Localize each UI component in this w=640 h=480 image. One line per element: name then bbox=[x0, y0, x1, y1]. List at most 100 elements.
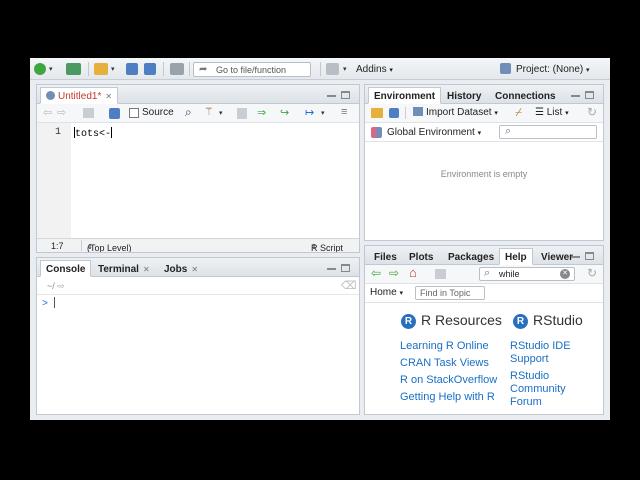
tab-history[interactable]: History bbox=[441, 87, 487, 104]
tab-files[interactable]: Files bbox=[368, 248, 403, 265]
source-run-icon[interactable]: ↦ bbox=[305, 106, 314, 119]
import-dataset-label: Import Dataset bbox=[426, 107, 492, 118]
text-cursor bbox=[54, 297, 56, 308]
tab-packages[interactable]: Packages bbox=[442, 248, 500, 265]
refresh-icon[interactable]: ↻ bbox=[587, 105, 597, 119]
back-arrow-icon[interactable]: ⇦ bbox=[371, 266, 381, 280]
code-line: tots<- bbox=[75, 129, 112, 140]
navigate-arrow-icon[interactable]: ⇨ bbox=[57, 281, 65, 291]
forward-arrow-icon[interactable]: ⇨ bbox=[57, 106, 66, 119]
grid-caret-icon[interactable]: ▾ bbox=[343, 65, 347, 73]
find-in-topic-input[interactable]: Find in Topic bbox=[415, 286, 485, 300]
source-run-caret-icon[interactable]: ▾ bbox=[321, 109, 325, 117]
link-r-on-stackoverflow[interactable]: R on StackOverflow bbox=[400, 374, 497, 387]
main-toolbar: ▾ ▾ ➦ Go to file/function ▾ Addins ▾ Pro… bbox=[30, 58, 610, 80]
addins-label: Addins bbox=[356, 64, 387, 75]
r-file-icon bbox=[46, 91, 55, 100]
save-icon[interactable] bbox=[109, 108, 120, 119]
run-line-icon[interactable]: ⇒ bbox=[257, 106, 266, 119]
tab-plots[interactable]: Plots bbox=[403, 248, 439, 265]
source-on-save-checkbox[interactable] bbox=[129, 108, 139, 118]
open-folder-caret-icon[interactable]: ▾ bbox=[111, 65, 115, 73]
search-icon[interactable]: ⌕ bbox=[185, 105, 192, 120]
tab-jobs-label: Jobs bbox=[164, 264, 188, 275]
grid-icon[interactable] bbox=[326, 63, 339, 75]
tab-untitled1[interactable]: Untitled1* ✕ bbox=[40, 87, 119, 104]
print-icon[interactable] bbox=[170, 63, 184, 75]
divider bbox=[81, 240, 82, 251]
goto-file-function-input[interactable]: ➦ Go to file/function bbox=[193, 62, 311, 77]
clear-console-icon[interactable]: ⌫ bbox=[341, 279, 357, 292]
list-icon: ☰ bbox=[535, 107, 544, 118]
open-folder-icon[interactable] bbox=[94, 63, 108, 75]
source-statusbar: 1:7 (Top Level) ⇕ R Script ⇕ bbox=[37, 238, 359, 252]
addins-menu[interactable]: Addins ▾ bbox=[356, 64, 393, 75]
new-file-caret-icon[interactable]: ▾ bbox=[49, 65, 53, 73]
help-home-label: Home bbox=[370, 287, 397, 298]
maximize-icon[interactable] bbox=[585, 252, 594, 260]
help-search-input[interactable]: ⌕ while ✕ bbox=[479, 267, 575, 281]
compile-report-icon[interactable] bbox=[237, 108, 247, 119]
global-environment-menu[interactable]: Global Environment ▾ bbox=[387, 127, 481, 138]
toolbar-divider bbox=[163, 62, 164, 76]
maximize-icon[interactable] bbox=[341, 91, 350, 99]
tab-history-label: History bbox=[447, 91, 482, 102]
console-input[interactable]: > bbox=[42, 297, 56, 310]
link-cran-task-views[interactable]: CRAN Task Views bbox=[400, 357, 489, 370]
maximize-icon[interactable] bbox=[585, 91, 594, 99]
tab-jobs[interactable]: Jobs ✕ bbox=[158, 260, 204, 277]
r-resources-title: R Resources bbox=[421, 312, 502, 328]
magic-wand-icon[interactable]: ⚚ bbox=[204, 105, 214, 118]
maximize-icon[interactable] bbox=[341, 264, 350, 272]
rstudio-title: RStudio bbox=[533, 312, 583, 328]
show-in-window-icon[interactable] bbox=[435, 269, 446, 279]
forward-arrow-icon[interactable]: ⇨ bbox=[389, 266, 399, 280]
refresh-icon[interactable]: ↻ bbox=[587, 266, 597, 280]
project-menu[interactable]: Project: (None) ▾ bbox=[516, 64, 590, 75]
find-in-topic-placeholder: Find in Topic bbox=[420, 288, 471, 298]
environment-toolbar: Import Dataset ▾ ⌿ ☰ List ▾ ↻ bbox=[365, 104, 603, 123]
save-icon[interactable] bbox=[389, 108, 399, 118]
tab-environment[interactable]: Environment bbox=[368, 87, 442, 104]
link-getting-help-with-r[interactable]: Getting Help with R bbox=[400, 391, 495, 404]
help-home-menu[interactable]: Home ▾ bbox=[370, 287, 403, 298]
minimize-icon[interactable] bbox=[571, 91, 580, 97]
save-all-icon[interactable] bbox=[144, 63, 156, 75]
close-icon[interactable]: ✕ bbox=[105, 92, 112, 101]
minimize-icon[interactable] bbox=[327, 264, 336, 270]
list-view-menu[interactable]: ☰ List ▾ bbox=[535, 107, 569, 118]
outline-icon[interactable]: ≡ bbox=[341, 106, 347, 118]
import-dataset-menu[interactable]: Import Dataset ▾ bbox=[413, 107, 498, 118]
minimize-icon[interactable] bbox=[571, 252, 580, 258]
tab-terminal[interactable]: Terminal ✕ bbox=[92, 260, 156, 277]
open-folder-icon[interactable] bbox=[371, 108, 383, 118]
link-learning-r-online[interactable]: Learning R Online bbox=[400, 340, 489, 353]
close-icon[interactable]: ✕ bbox=[191, 265, 198, 274]
back-arrow-icon[interactable]: ⇦ bbox=[43, 106, 52, 119]
tab-plots-label: Plots bbox=[409, 252, 434, 263]
help-topic-bar: Home ▾ Find in Topic bbox=[365, 284, 603, 303]
link-rstudio-ide-support[interactable]: RStudio IDE Support bbox=[510, 340, 590, 366]
rerun-icon[interactable]: ↪ bbox=[280, 106, 289, 119]
clear-search-icon[interactable]: ✕ bbox=[560, 269, 570, 279]
tab-connections-label: Connections bbox=[495, 91, 556, 102]
minimize-icon[interactable] bbox=[327, 91, 336, 97]
tab-connections[interactable]: Connections bbox=[489, 87, 562, 104]
code-tools-caret-icon[interactable]: ▾ bbox=[219, 109, 223, 117]
scope-label: (Top Level) bbox=[87, 243, 132, 253]
rstudio-heading: R RStudio bbox=[513, 312, 583, 329]
home-icon[interactable]: ⌂ bbox=[409, 265, 417, 280]
save-icon[interactable] bbox=[126, 63, 138, 75]
toolbar-divider bbox=[88, 62, 89, 76]
close-icon[interactable]: ✕ bbox=[143, 265, 150, 274]
tab-help[interactable]: Help bbox=[499, 248, 533, 265]
open-project-icon[interactable] bbox=[66, 63, 81, 75]
broom-icon[interactable]: ⌿ bbox=[515, 105, 522, 120]
code-editor[interactable]: tots<- bbox=[74, 127, 113, 140]
environment-search-input[interactable]: ⌕ bbox=[499, 125, 597, 139]
tab-console[interactable]: Console bbox=[40, 260, 92, 277]
help-pane: Files Plots Packages Help Viewer ⇦ ⇨ ⌂ ⌕… bbox=[364, 245, 604, 415]
show-in-window-icon[interactable] bbox=[83, 108, 94, 118]
new-file-icon[interactable] bbox=[34, 63, 46, 75]
link-rstudio-community-forum[interactable]: RStudio Community Forum bbox=[510, 370, 590, 409]
